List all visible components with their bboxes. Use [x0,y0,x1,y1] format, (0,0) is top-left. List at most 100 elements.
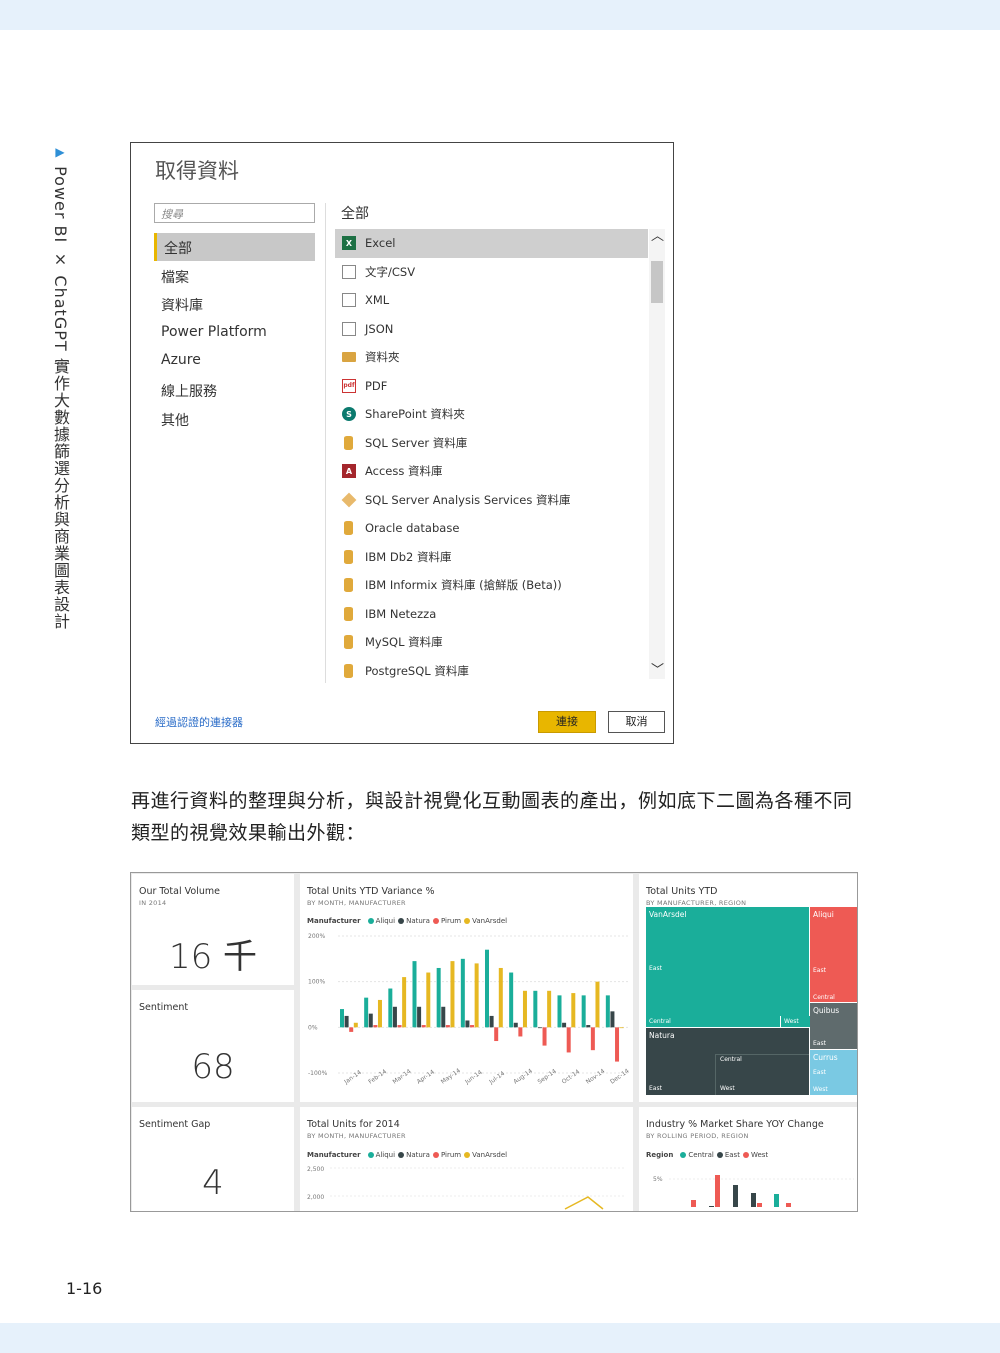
bar [774,1194,779,1207]
category-item[interactable]: 資料庫 [154,290,315,318]
connector-item[interactable]: 資料夾 [335,343,648,372]
bar-pirum [349,1027,354,1032]
bar-natura [392,1006,397,1028]
connector-item[interactable]: A Access 資料庫 [335,457,648,486]
scroll-thumb[interactable] [651,261,663,303]
chevron-down-icon[interactable]: ﹀ [651,664,664,677]
bar-vanarsdel [571,993,576,1028]
json-icon [342,321,356,336]
treemap-currus[interactable]: Currus East West [810,1050,857,1095]
treemap-divider [715,1054,809,1055]
bar-aliqui [436,967,441,1028]
connector-item[interactable]: IBM Db2 資料庫 [335,543,648,572]
cancel-button[interactable]: 取消 [608,711,665,733]
bar [691,1200,696,1207]
connector-label: Excel [365,236,396,251]
connector-label: SharePoint 資料夾 [365,407,465,422]
connector-item[interactable]: MySQL 資料庫 [335,628,648,657]
bar-natura [586,1025,591,1028]
tick-label: 200% [308,933,325,940]
connector-item[interactable]: JSON [335,315,648,344]
triangle-icon: ▶ [53,145,67,160]
bar-aliqui [605,995,610,1028]
chevron-up-icon[interactable]: ︿ [651,230,664,243]
connector-item[interactable]: X Excel [335,229,648,258]
connector-item[interactable]: 文字/CSV [335,258,648,287]
search-input[interactable]: 搜尋 [154,203,315,223]
certified-connectors-link[interactable]: 經過認證的連接器 [155,714,243,730]
bar [786,1203,791,1207]
bar-natura [368,1013,373,1028]
treemap-aliqui[interactable]: Aliqui East Central [810,907,857,1002]
treemap-label: Natura [649,1031,675,1040]
treemap-quibus[interactable]: Quibus East [810,1003,857,1049]
connector-item[interactable]: IBM Netezza [335,600,648,629]
category-item[interactable]: Azure [154,347,315,375]
bar-pirum [518,1027,523,1037]
folder-icon [342,352,356,362]
connector-label: JSON [365,321,394,336]
database-icon [344,521,353,535]
tick-label: 2,000 [307,1194,324,1201]
connector-item[interactable]: SQL Server 資料庫 [335,429,648,458]
category-label: Jan-14 [342,1069,363,1086]
sentiment-gap-value: 4 [202,1163,224,1203]
bar-vanarsdel [402,977,407,1028]
bar-aliqui [509,972,514,1028]
connector-item[interactable]: Oracle database [335,514,648,543]
category-label: Mar-14 [391,1068,412,1086]
connector-item[interactable]: IBM Informix 資料庫 (搶鮮版 (Beta)) [335,571,648,600]
tile-title: Sentiment Gap [139,1119,211,1130]
bar-vanarsdel [474,963,479,1028]
top-band [0,0,1000,30]
bar [709,1206,714,1207]
category-item[interactable]: 檔案 [154,262,315,290]
sentiment-tile: Sentiment 68 [132,990,294,1102]
database-icon [344,606,353,621]
tile-title: Our Total Volume [139,886,220,897]
excel-icon: X [342,236,356,250]
connector-item[interactable]: SQL Server Analysis Services 資料庫 [335,486,648,515]
tick-label: 5% [653,1176,663,1183]
database-icon [344,435,353,450]
treemap-vanarsdel[interactable]: VanArsdel East Central [646,907,809,1027]
dashboard-screenshot: Our Total Volume IN 2014 16 千 Sentiment … [130,872,858,1212]
connector-item[interactable]: XML [335,286,648,315]
xml-icon [342,293,356,307]
tile-subtitle: BY MANUFACTURER, REGION [646,899,747,907]
line-vanarsdel [564,1196,604,1210]
category-item[interactable]: Power Platform [154,319,315,347]
units-2014-tile: Total Units for 2014 BY MONTH, MANUFACTU… [300,1107,633,1211]
category-label: Jun-14 [463,1069,484,1086]
bar-vanarsdel [498,967,503,1028]
connector-item[interactable]: S SharePoint 資料夾 [335,400,648,429]
treemap-label: Central [720,1056,742,1063]
bar-pirum [373,1025,378,1028]
volume-tile: Our Total Volume IN 2014 16 千 [132,874,294,985]
connector-label: XML [365,293,390,308]
connector-item[interactable]: pdf PDF [335,372,648,401]
bar [757,1203,762,1207]
category-label: Sep-14 [536,1068,557,1086]
bar-vanarsdel [450,961,455,1028]
database-icon [344,578,353,592]
scrollbar[interactable]: ︿ ﹀ [649,229,665,679]
treemap-label: VanArsdel [649,910,687,919]
connector-label: 資料夾 [365,350,400,365]
treemap-natura[interactable]: Natura East Central West [646,1028,809,1095]
bar-vanarsdel [595,981,600,1028]
bar-vanarsdel [619,1027,624,1029]
category-item[interactable]: 全部 [154,233,315,261]
treemap-label: Currus [813,1053,838,1062]
sharepoint-icon: S [342,407,356,421]
treemap-label: Central [813,994,835,1001]
category-label: May-14 [440,1067,462,1086]
category-label: Dec-14 [609,1068,631,1086]
treemap-vanarsdel-west[interactable]: West [780,1016,810,1027]
category-item[interactable]: 其他 [154,405,315,433]
connector-item[interactable]: PostgreSQL 資料庫 [335,657,648,686]
treemap-label: Aliqui [813,910,834,919]
category-item[interactable]: 線上服務 [154,376,315,404]
connect-button[interactable]: 連接 [538,711,596,733]
bar-natura [562,1022,567,1028]
